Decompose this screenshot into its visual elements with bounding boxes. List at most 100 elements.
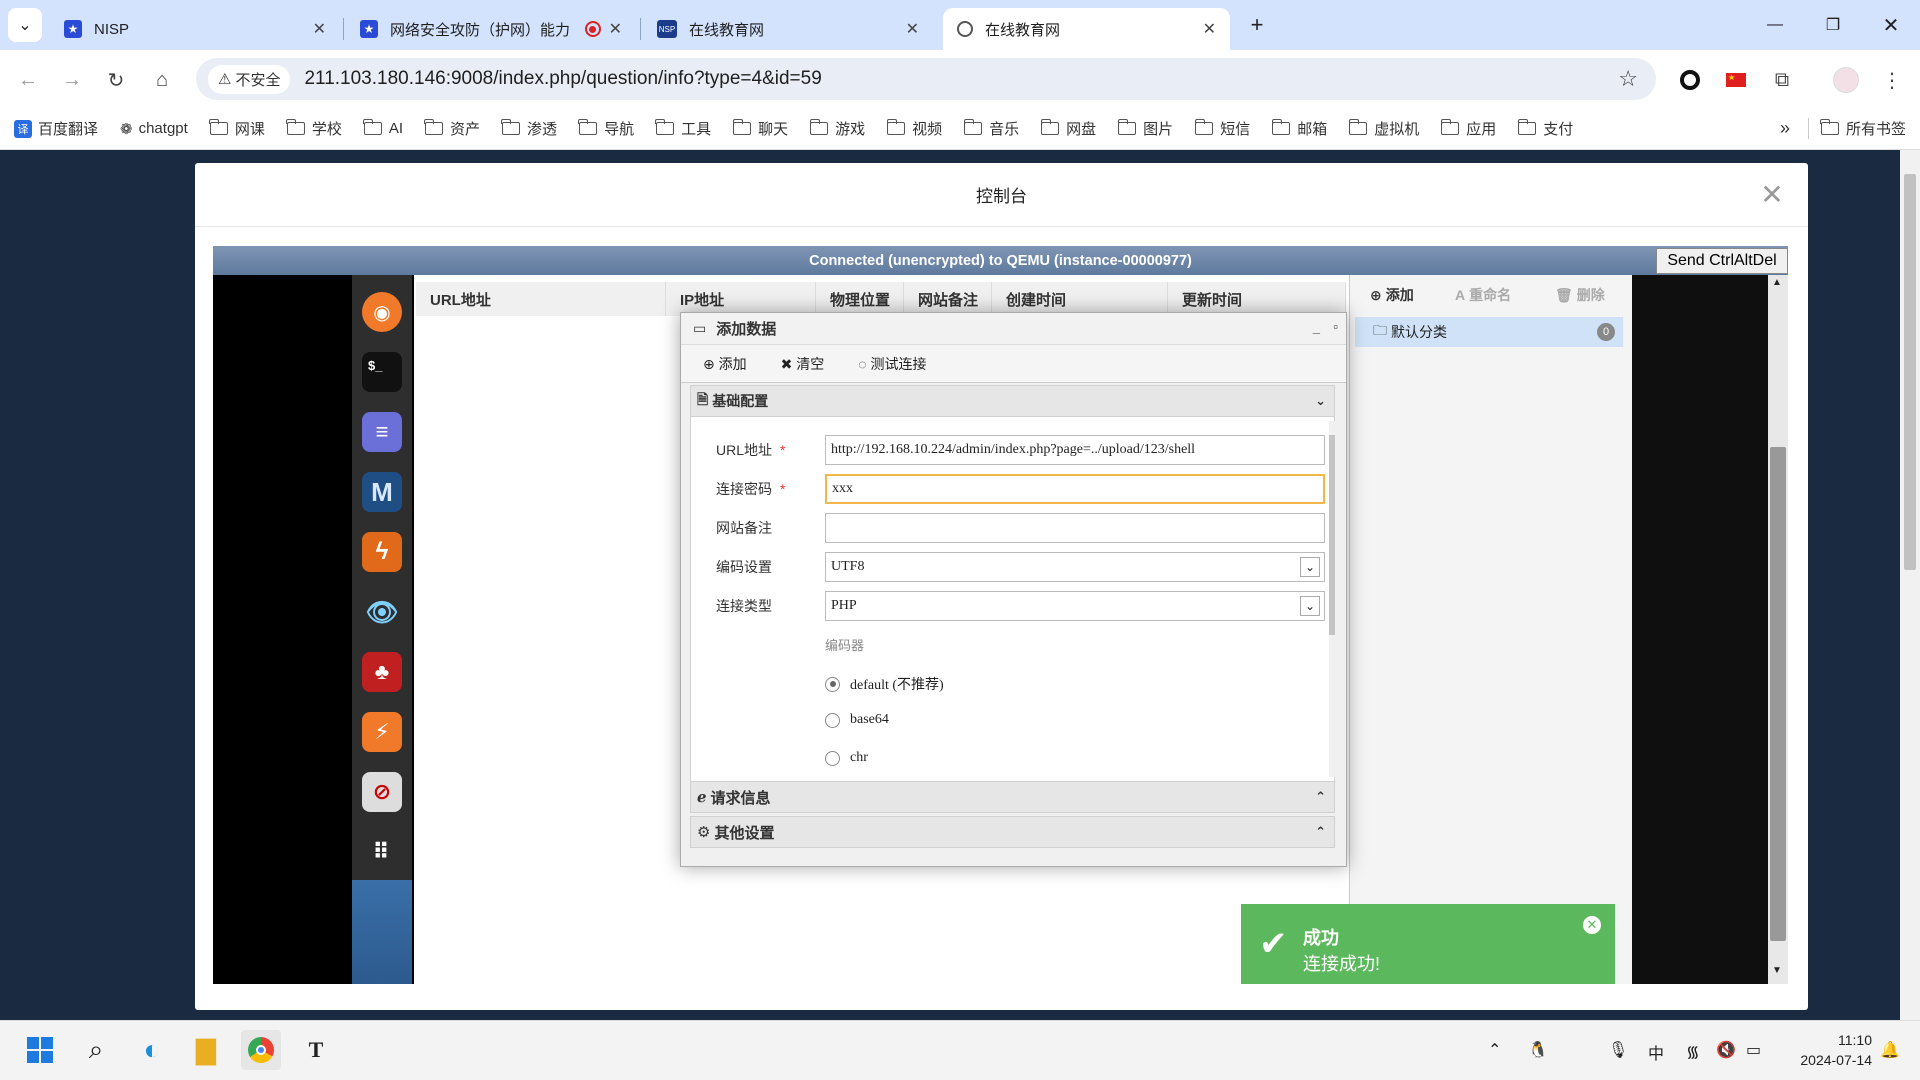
column-header-url[interactable]: URL地址 [416,282,666,316]
bookmark-folder[interactable]: 聊天 [732,118,788,139]
file-explorer-icon[interactable]: ▇ [186,1030,226,1070]
bookmark-folder[interactable]: 网盘 [1040,118,1096,139]
close-icon[interactable]: ✕ [1583,916,1601,934]
send-ctrl-alt-del-button[interactable]: Send CtrlAltDel [1656,248,1788,274]
address-bar[interactable]: ⚠ 不安全 211.103.180.146:9008/index.php/que… [196,58,1656,100]
windows-start-icon[interactable] [20,1030,60,1070]
accordion-basic-config[interactable]: 🗎 基础配置 ⌄ [690,385,1335,417]
accordion-request-info[interactable]: ℯ 请求信息 ⌃ [690,781,1335,813]
chrome-icon[interactable] [241,1030,281,1070]
qq-icon[interactable]: 🐧 [1528,1040,1548,1060]
show-hidden-icons-chevron[interactable]: ⌃ [1488,1040,1501,1060]
form-scrollbar[interactable] [1329,421,1335,777]
more-bookmarks-chevron-icon[interactable]: » [1780,118,1790,139]
encoding-select[interactable]: UTF8 ⌄ [825,552,1325,582]
maximize-icon[interactable]: ▫ [1333,319,1338,334]
default-category-item[interactable]: 🗀 默认分类 0 [1355,317,1623,347]
vnc-scrollbar-thumb[interactable] [1770,447,1786,941]
bookmark-folder[interactable]: 支付 [1517,118,1573,139]
rename-category-button[interactable]: A 重命名 [1455,283,1511,307]
text-editor-icon[interactable]: ≡ [362,412,402,452]
close-tab-icon[interactable]: ✕ [609,19,622,39]
column-header-location[interactable]: 物理位置 [816,282,904,316]
vnc-scrollbar[interactable]: ▲ ▼ [1768,275,1788,984]
cherry-icon[interactable]: ♣ [362,652,402,692]
blocked-screen-icon[interactable]: ⊘ [362,772,402,812]
column-header-note[interactable]: 网站备注 [904,282,992,316]
close-tab-icon[interactable]: ✕ [1203,19,1216,39]
tab-online-edu-active[interactable]: 在线教育网 ✕ [943,8,1230,50]
bookmark-folder[interactable]: 渗透 [501,118,557,139]
tab-search-chevron-icon[interactable]: ⌄ [8,8,42,42]
terminal-icon[interactable]: $_ [362,352,402,392]
eye-icon[interactable]: 👁 [362,592,402,632]
page-scrollbar-thumb[interactable] [1904,174,1916,570]
password-input[interactable]: xxx [825,474,1325,504]
ime-indicator[interactable]: 中 [1648,1040,1664,1064]
tab-online-edu-1[interactable]: NSP 在线教育网 ✕ [643,8,933,50]
search-icon[interactable]: ⌕ [76,1030,116,1070]
zap-icon[interactable]: ⚡ [362,712,402,752]
connection-type-select[interactable]: PHP ⌄ [825,591,1325,621]
accordion-other-settings[interactable]: ⚙ 其他设置 ⌃ [690,816,1335,848]
edge-icon[interactable]: ◐ [132,1030,172,1070]
scroll-up-icon[interactable]: ▲ [1772,277,1782,288]
all-bookmarks-folder[interactable]: 所有书签 [1807,118,1906,139]
bookmark-folder[interactable]: 音乐 [963,118,1019,139]
bookmark-folder[interactable]: 工具 [655,118,711,139]
bookmark-folder[interactable]: 资产 [424,118,480,139]
metasploit-icon[interactable]: M [362,472,402,512]
typora-icon[interactable]: T [296,1030,336,1070]
notification-bell-icon[interactable]: 🔔 [1880,1040,1900,1060]
column-header-created[interactable]: 创建时间 [992,282,1168,316]
minimize-window-button[interactable]: — [1752,10,1798,40]
extension-circle-icon[interactable] [1674,64,1706,96]
burpsuite-icon[interactable]: ϟ [362,532,402,572]
test-connection-button[interactable]: ◌ 测试连接 [858,354,926,374]
page-scrollbar[interactable] [1900,150,1920,1020]
close-icon[interactable]: ✕ [1757,179,1787,210]
tab-nisp[interactable]: ★ NISP ✕ [50,8,340,50]
clock[interactable]: 11:10 2024-07-14 [1786,1030,1872,1070]
bookmark-folder[interactable]: 网课 [209,118,265,139]
url-text[interactable]: 211.103.180.146:9008/index.php/question/… [304,68,821,90]
restore-window-button[interactable]: ❐ [1810,10,1856,40]
new-tab-button[interactable]: + [1234,10,1280,40]
bookmark-folder[interactable]: 虚拟机 [1348,118,1419,139]
bookmark-folder[interactable]: 短信 [1194,118,1250,139]
close-window-button[interactable]: ✕ [1868,10,1914,40]
app-grid-icon[interactable]: ⠿ [362,832,402,872]
bookmark-folder[interactable]: 学校 [286,118,342,139]
add-category-button[interactable]: ⊕ 添加 [1370,283,1414,307]
reload-icon[interactable]: ↻ [100,64,132,96]
bookmark-folder[interactable]: 邮箱 [1271,118,1327,139]
form-scrollbar-thumb[interactable] [1329,435,1335,635]
back-icon[interactable]: ← [12,64,44,96]
bookmark-folder[interactable]: 应用 [1440,118,1496,139]
battery-icon[interactable]: ▭ [1746,1040,1761,1060]
bookmark-folder[interactable]: 导航 [578,118,634,139]
bookmark-chatgpt[interactable]: ❁ chatgpt [120,120,188,138]
home-icon[interactable]: ⌂ [146,64,178,96]
column-header-ip[interactable]: IP地址 [666,282,816,316]
note-input[interactable] [825,513,1325,543]
bookmark-folder[interactable]: 游戏 [809,118,865,139]
microphone-icon[interactable]: 🎙 [1608,1040,1628,1060]
china-flag-icon[interactable]: ★ [1720,64,1752,96]
browser-menu-icon[interactable]: ⋮ [1876,64,1908,96]
add-button[interactable]: ⊕ 添加 [703,354,747,374]
wifi-icon[interactable]: ᯾ [1686,1040,1700,1062]
forward-icon[interactable]: → [56,64,88,96]
encoder-radio-chr[interactable]: chr [825,747,868,769]
scroll-down-icon[interactable]: ▼ [1772,965,1782,976]
bookmark-star-icon[interactable]: ☆ [1618,66,1638,92]
column-header-updated[interactable]: 更新时间 [1168,282,1346,316]
delete-category-button[interactable]: 🗑 删除 [1555,283,1605,307]
encoder-radio-default[interactable]: default (不推荐) [825,673,944,695]
bookmark-folder[interactable]: 图片 [1117,118,1173,139]
close-tab-icon[interactable]: ✕ [906,19,919,39]
bookmark-baidu-translate[interactable]: 译 百度翻译 [14,118,98,139]
encoder-radio-base64[interactable]: base64 [825,709,889,731]
bookmark-folder[interactable]: 视频 [886,118,942,139]
volume-muted-icon[interactable]: 🔇 [1716,1040,1736,1060]
